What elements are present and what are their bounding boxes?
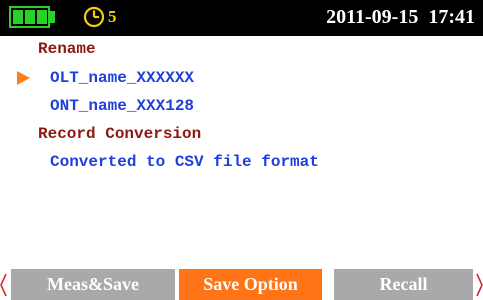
battery-icon xyxy=(9,6,50,28)
timer-count: 5 xyxy=(108,7,117,26)
save-option-panel: Rename OLT_name_XXXXXX ONT_name_XXX128 R… xyxy=(0,36,483,268)
chevron-left-icon[interactable] xyxy=(0,273,7,297)
clock-icon xyxy=(83,6,105,28)
record-conversion-heading: Record Conversion xyxy=(38,125,202,143)
tab-bar: Meas&Save Save Option Recall xyxy=(0,268,483,300)
battery-cap xyxy=(50,11,55,23)
battery-cell xyxy=(13,10,23,24)
date-text: 2011-09-15 xyxy=(326,6,419,28)
date-time: 2011-09-15 17:41 xyxy=(326,4,475,30)
chevron-right-icon[interactable] xyxy=(476,273,483,297)
tab-meas-save[interactable]: Meas&Save xyxy=(11,269,175,300)
battery-cell xyxy=(37,10,47,24)
selection-cursor-icon xyxy=(17,71,30,85)
status-bar: 5 2011-09-15 17:41 xyxy=(0,0,483,36)
battery-cell xyxy=(25,10,35,24)
tab-save-option[interactable]: Save Option xyxy=(179,269,322,300)
rename-item-olt-name[interactable]: OLT_name_XXXXXX xyxy=(50,68,194,88)
tab-recall[interactable]: Recall xyxy=(334,269,473,300)
record-conversion-csv-option[interactable]: Converted to CSV file format xyxy=(50,152,319,172)
rename-heading: Rename xyxy=(38,40,96,58)
time-text: 17:41 xyxy=(428,6,475,28)
rename-item-ont-name[interactable]: ONT_name_XXX128 xyxy=(50,96,194,116)
